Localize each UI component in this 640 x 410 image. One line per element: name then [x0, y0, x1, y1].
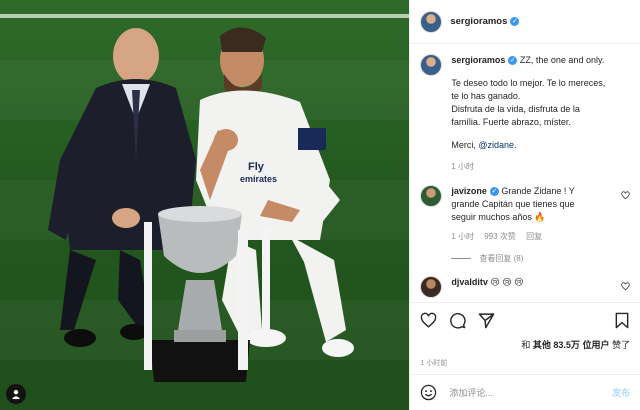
avatar[interactable] — [420, 276, 443, 298]
caption-line1: ZZ, the one and only. — [519, 55, 605, 65]
comment-input[interactable] — [447, 386, 612, 399]
comment-like-heart-icon[interactable] — [621, 282, 630, 291]
comment-text: Grande Zidane ! Y — [501, 186, 575, 196]
comments-list[interactable]: sergioramos ✓ ZZ, the one and only. Te de… — [410, 44, 640, 302]
save-button[interactable] — [612, 311, 632, 331]
post-photo[interactable]: Fly emirates — [0, 0, 410, 410]
avatar[interactable] — [420, 54, 443, 76]
cry-emoji: 😢 😢 😢 — [490, 277, 524, 287]
avatar[interactable] — [420, 185, 443, 207]
add-comment-bar: 发布 — [410, 374, 640, 410]
svg-text:Fly: Fly — [248, 161, 265, 173]
photo-illustration: Fly emirates — [0, 14, 410, 382]
likes-suffix: 赞了 — [611, 340, 630, 350]
likes-count[interactable]: 83.5万 — [553, 340, 580, 350]
post-timestamp[interactable]: 1 小时前 — [410, 352, 640, 374]
view-replies-label: 查看回复 (8) — [479, 254, 524, 263]
heart-icon — [420, 312, 437, 328]
verified-badge-icon: ✓ — [508, 56, 518, 66]
caption-text: . — [514, 140, 517, 150]
post-side-panel: sergioramos ✓ sergioramos ✓ ZZ, the one a… — [409, 0, 640, 410]
svg-text:emirates: emirates — [240, 174, 277, 184]
tagged-users-icon[interactable] — [6, 384, 26, 404]
fire-emoji: 🔥 — [534, 212, 546, 222]
instagram-post: Fly emirates sergioramos ✓ sergioramos ✓… — [0, 0, 640, 410]
likes-suffix[interactable]: 位用户 — [582, 340, 609, 350]
share-button[interactable] — [476, 311, 496, 331]
comment-time[interactable]: 1 小时 — [451, 232, 474, 241]
mention-link[interactable]: @zidane — [478, 140, 514, 150]
caption-text: família. Fuerte abrazo, míster. — [451, 117, 571, 127]
caption-username[interactable]: sergioramos — [451, 55, 505, 65]
like-button[interactable] — [418, 311, 438, 331]
player-figure: Fly emirates — [196, 27, 354, 357]
comment-icon — [449, 313, 466, 329]
comment-likes[interactable]: 993 次赞 — [484, 232, 516, 241]
likes-prefix: 和 — [521, 340, 531, 350]
action-bar — [410, 302, 640, 338]
comment-like-heart-icon[interactable] — [621, 191, 630, 200]
comment-item: javizone ✓ Grande Zidane ! Y grande Capit… — [420, 185, 630, 243]
comment-username[interactable]: djvalditv — [451, 277, 488, 287]
divider — [451, 258, 472, 259]
comment-username[interactable]: javizone — [451, 186, 487, 196]
verified-badge-icon: ✓ — [489, 187, 499, 197]
comment-item: djvalditv 😢 😢 😢 — [420, 276, 630, 298]
post-header: sergioramos ✓ — [410, 0, 640, 44]
caption-text: Te deseo todo lo mejor. Te lo mereces, — [451, 78, 606, 88]
verified-badge-icon: ✓ — [510, 17, 520, 26]
smiley-icon[interactable] — [420, 384, 437, 401]
share-icon — [478, 313, 495, 329]
likes-summary: 和 其他 83.5万 位用户 赞了 — [410, 338, 640, 352]
likes-others-link[interactable]: 其他 — [533, 340, 551, 350]
caption-text: Disfruta de la vida, disfruta de la — [451, 104, 580, 114]
view-replies-button[interactable]: 查看回复 (8) — [451, 252, 630, 265]
coach-figure — [48, 28, 196, 347]
comment-text: grande Capitán que tienes que — [451, 199, 575, 209]
comment-text: seguir muchos años — [451, 212, 532, 222]
bookmark-icon — [615, 312, 629, 329]
caption-time[interactable]: 1 小时 — [451, 162, 474, 171]
avatar[interactable] — [420, 10, 443, 33]
reply-button[interactable]: 回复 — [526, 232, 542, 241]
caption-text: te lo has ganado. — [451, 91, 521, 101]
person-icon — [12, 390, 20, 399]
post-caption: sergioramos ✓ ZZ, the one and only. Te de… — [420, 54, 630, 173]
comment-button[interactable] — [447, 311, 467, 331]
header-username[interactable]: sergioramos — [450, 16, 507, 27]
caption-text: Merci, — [451, 140, 476, 150]
post-comment-button[interactable]: 发布 — [612, 386, 630, 399]
